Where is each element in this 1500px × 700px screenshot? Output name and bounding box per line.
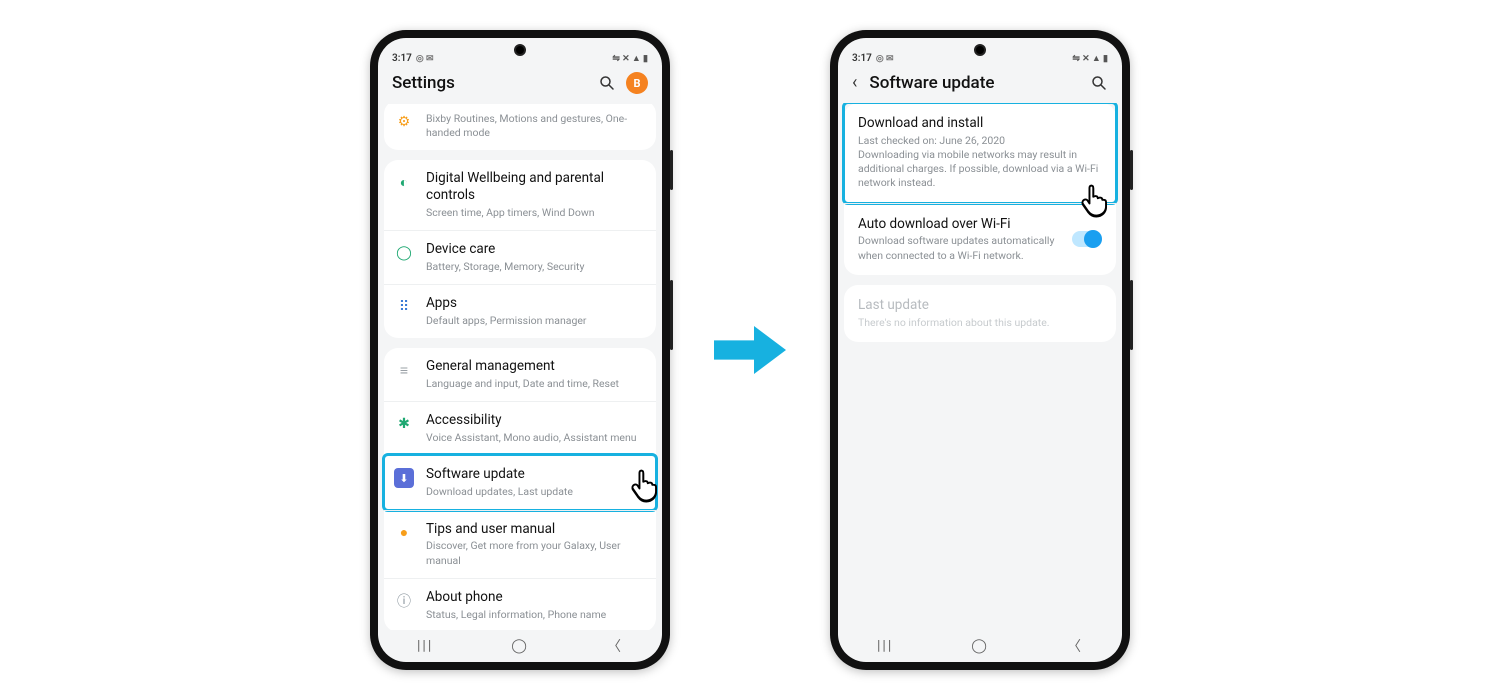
status-right-icons: ⇋ ✕ ▲ ▮ — [612, 53, 648, 64]
back-button[interactable]: 〈 — [607, 636, 623, 656]
arrow-right-icon — [710, 315, 790, 385]
status-right-icons: ⇋ ✕ ▲ ▮ — [1072, 53, 1108, 64]
back-icon[interactable]: ‹ — [852, 72, 859, 93]
profile-avatar[interactable]: B — [626, 72, 648, 94]
page-title: Settings — [392, 73, 588, 93]
recents-button[interactable]: ||| — [417, 638, 433, 654]
accessibility-icon: ✱ — [394, 414, 414, 434]
software-update-header: ‹ Software update — [838, 64, 1122, 103]
auto-download-toggle[interactable] — [1072, 231, 1102, 247]
settings-item-sub: Bixby Routines, Motions and gestures, On… — [426, 112, 644, 140]
recents-button[interactable]: ||| — [877, 638, 893, 654]
gear-icon: ⚙ — [394, 112, 414, 132]
android-nav-bar: ||| ◯ 〈 — [838, 630, 1122, 662]
device-care-icon: ◯ — [394, 243, 414, 263]
wellbeing-icon: ◐ — [394, 172, 414, 192]
phone-settings: 3:17 ◎ ✉ ⇋ ✕ ▲ ▮ Settings B ⚙ Bixby Rout… — [370, 30, 670, 670]
settings-item-apps[interactable]: ⠿ Apps Default apps, Permission manager — [384, 284, 656, 338]
settings-item-advanced[interactable]: ⚙ Bixby Routines, Motions and gestures, … — [384, 104, 656, 150]
front-camera — [974, 44, 986, 56]
info-icon: ⓘ — [394, 591, 414, 611]
download-and-install[interactable]: Download and install Last checked on: Ju… — [844, 103, 1116, 203]
status-left-icons: ◎ ✉ — [416, 54, 434, 64]
home-button[interactable]: ◯ — [511, 638, 529, 654]
apps-icon: ⠿ — [394, 297, 414, 317]
auto-download-wifi[interactable]: Auto download over Wi-Fi Download softwa… — [844, 203, 1116, 275]
last-update: Last update There's no information about… — [844, 285, 1116, 342]
download-icon: ⬇ — [394, 468, 414, 488]
settings-item-accessibility[interactable]: ✱ Accessibility Voice Assistant, Mono au… — [384, 401, 656, 455]
settings-header: Settings B — [378, 64, 662, 104]
clock: 3:17 — [392, 53, 412, 64]
settings-item-software-update[interactable]: ⬇ Software update Download updates, Last… — [384, 455, 656, 509]
search-icon[interactable] — [598, 74, 616, 92]
search-icon[interactable] — [1090, 74, 1108, 92]
front-camera — [514, 44, 526, 56]
page-title: Software update — [869, 73, 1080, 93]
android-nav-bar: ||| ◯ 〈 — [378, 630, 662, 662]
back-button[interactable]: 〈 — [1067, 636, 1083, 656]
status-left-icons: ◎ ✉ — [876, 54, 894, 64]
phone-software-update: 3:17 ◎ ✉ ⇋ ✕ ▲ ▮ ‹ Software update Downl… — [830, 30, 1130, 670]
settings-item-wellbeing[interactable]: ◐ Digital Wellbeing and parental control… — [384, 160, 656, 230]
home-button[interactable]: ◯ — [971, 638, 989, 654]
settings-item-general[interactable]: ≡ General management Language and input,… — [384, 348, 656, 401]
bulb-icon: ● — [394, 523, 414, 543]
settings-item-about[interactable]: ⓘ About phone Status, Legal information,… — [384, 578, 656, 630]
settings-item-tips[interactable]: ● Tips and user manual Discover, Get mor… — [384, 510, 656, 578]
clock: 3:17 — [852, 53, 872, 64]
settings-item-device-care[interactable]: ◯ Device care Battery, Storage, Memory, … — [384, 230, 656, 284]
sliders-icon: ≡ — [394, 360, 414, 380]
